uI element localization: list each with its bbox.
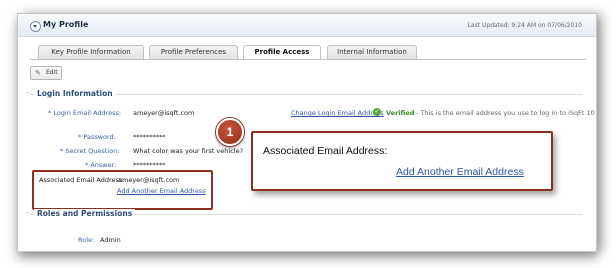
section-collapse-icon[interactable]: –	[26, 209, 29, 216]
section-title-login: Login Information	[34, 89, 116, 98]
verified-description: - This is the email address you use to l…	[416, 109, 595, 117]
edit-button-label: Edit	[46, 69, 58, 76]
change-login-email-link[interactable]: Change Login Email Address	[291, 109, 384, 117]
secret-question-label: * Secret Question:	[60, 147, 120, 155]
secret-question-value: What color was your first vehicle?	[133, 147, 244, 155]
answer-value: **********	[133, 161, 166, 169]
edit-button[interactable]: ✎ Edit	[30, 66, 62, 80]
tab-divider	[30, 59, 586, 60]
last-updated-text: Last Updated: 9:24 AM on 07/06/2010	[467, 22, 582, 29]
callout-step-marker: 1	[216, 118, 244, 146]
callout-add-email-link[interactable]: Add Another Email Address	[396, 166, 524, 178]
verified-check-icon: ✓	[373, 108, 381, 116]
tab-profile-access[interactable]: Profile Access	[243, 45, 321, 60]
tab-profile-preferences[interactable]: Profile Preferences	[149, 45, 238, 59]
panel-header: My Profile Last Updated: 9:24 AM on 07/0…	[18, 14, 596, 37]
add-another-email-link[interactable]: Add Another Email Address	[117, 187, 206, 195]
callout-label: Associated Email Address:	[263, 145, 388, 157]
pencil-icon: ✎	[35, 69, 41, 77]
answer-label: * Answer:	[85, 161, 117, 169]
password-value: **********	[133, 133, 166, 141]
associated-email-value: ameyer@isqft.com	[118, 176, 180, 184]
role-value: Admin	[100, 236, 121, 244]
role-label: Role:	[78, 236, 95, 244]
tab-internal-information[interactable]: Internal Information	[327, 45, 417, 59]
password-label: * Password:	[78, 133, 116, 141]
login-email-label: * Login Email Address:	[48, 109, 122, 117]
section-title-roles: Roles and Permissions	[34, 209, 136, 218]
associated-email-label: Associated Email Address:	[39, 176, 125, 184]
tab-key-profile-information[interactable]: Key Profile Information	[38, 45, 144, 59]
panel-title: My Profile	[43, 20, 89, 29]
section-collapse-icon[interactable]: –	[26, 89, 29, 96]
verified-status: Verified	[386, 109, 415, 117]
login-email-value: ameyer@isqft.com	[133, 109, 195, 117]
callout-zoom-box: Associated Email Address: Add Another Em…	[251, 131, 553, 191]
collapse-toggle-icon[interactable]	[30, 21, 41, 32]
